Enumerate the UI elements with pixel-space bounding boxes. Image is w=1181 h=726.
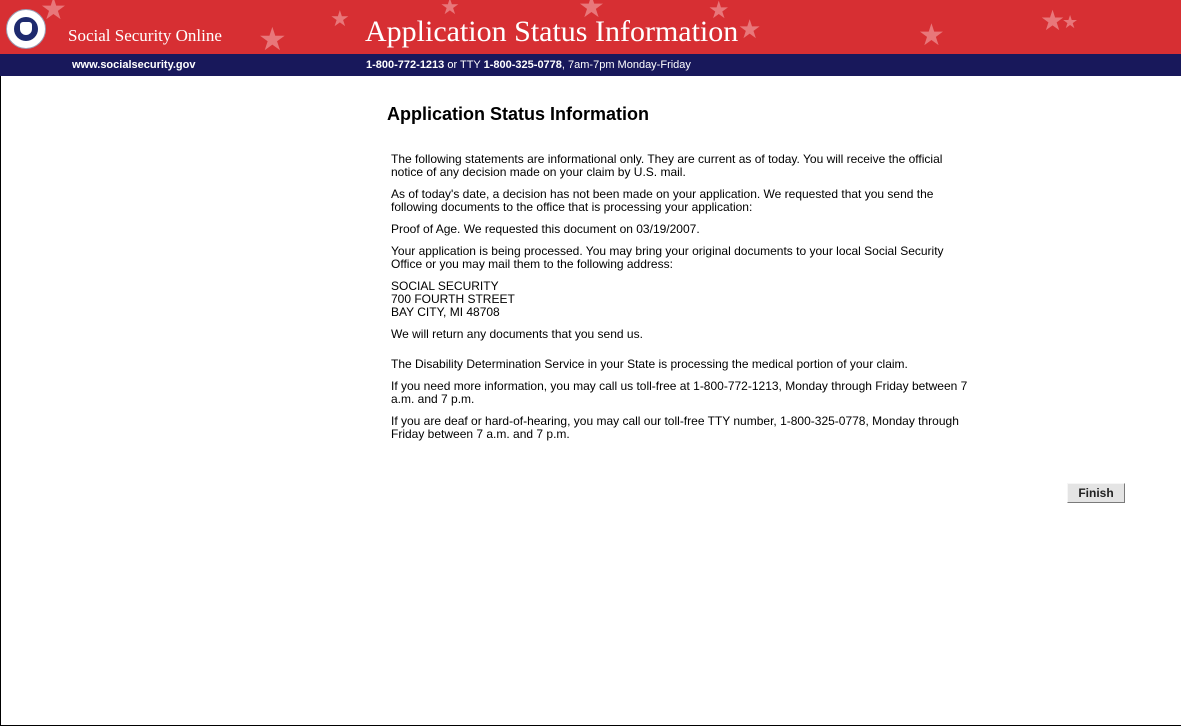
mailing-address: SOCIAL SECURITY 700 FOURTH STREET BAY CITY… — [391, 280, 971, 319]
star-icon: ★ — [738, 14, 762, 44]
phone-separator: or TTY — [444, 59, 484, 71]
eagle-icon — [20, 22, 32, 35]
star-icon: ★ — [918, 19, 945, 52]
contact-bar: www.socialsecurity.gov 1-800-772-1213 or… — [0, 54, 1181, 76]
finish-button[interactable]: Finish — [1067, 483, 1125, 503]
decision-paragraph: As of today's date, a decision has not b… — [391, 187, 934, 214]
address-line: 700 FOURTH STREET — [391, 292, 515, 306]
star-icon: ★ — [1062, 12, 1079, 32]
more-info-paragraph: If you need more information, you may ca… — [391, 379, 968, 406]
site-name[interactable]: Social Security Online — [68, 26, 222, 46]
proof-paragraph: Proof of Age. We requested this document… — [391, 222, 700, 236]
banner-title: Application Status Information — [365, 15, 739, 48]
address-line: BAY CITY, MI 48708 — [391, 305, 500, 319]
address-line: SOCIAL SECURITY — [391, 279, 499, 293]
phone-number: 1-800-772-1213 — [366, 59, 445, 71]
disability-paragraph: The Disability Determination Service in … — [391, 357, 908, 371]
processing-paragraph: Your application is being processed. You… — [391, 244, 944, 271]
site-url-link[interactable]: www.socialsecurity.gov — [72, 59, 196, 71]
status-content: The following statements are information… — [391, 153, 971, 450]
header-banner: ★ ★ ★ ★ ★ ★ ★ ★ ★ ★ Social Security Onli… — [0, 0, 1181, 54]
phone-info: 1-800-772-1213 or TTY 1-800-325-0778, 7a… — [366, 59, 691, 71]
star-icon: ★ — [330, 6, 350, 31]
intro-paragraph: The following statements are information… — [391, 152, 943, 179]
phone-hours: , 7am-7pm Monday-Friday — [561, 59, 691, 71]
return-documents-paragraph: We will return any documents that you se… — [391, 327, 643, 341]
ssa-seal-icon[interactable] — [6, 9, 46, 49]
page-title: Application Status Information — [387, 104, 650, 124]
star-icon: ★ — [258, 21, 287, 54]
tty-number: 1-800-325-0778 — [483, 59, 562, 71]
tty-info-paragraph: If you are deaf or hard-of-hearing, you … — [391, 414, 959, 441]
